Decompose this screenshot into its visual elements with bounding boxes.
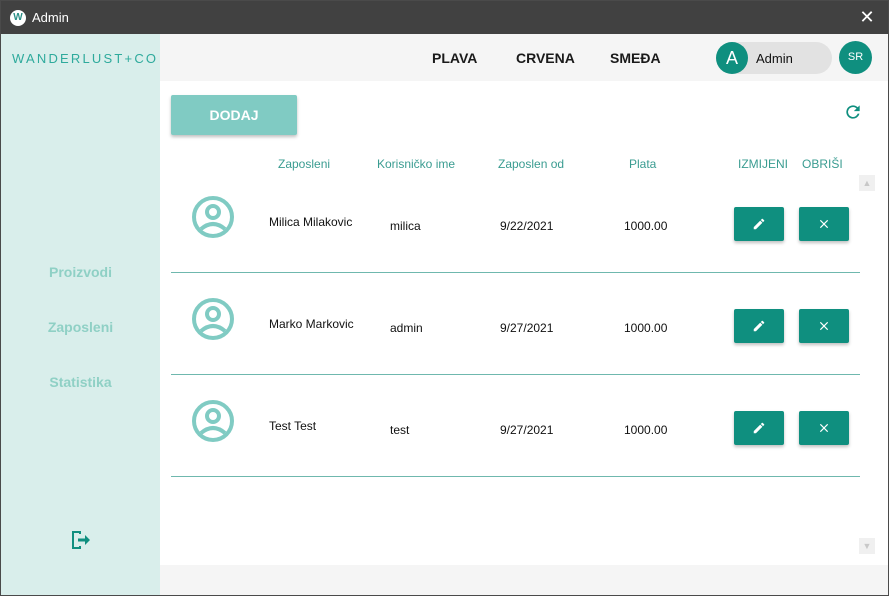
close-icon <box>819 219 829 229</box>
user-menu[interactable]: A Admin <box>716 42 832 74</box>
sidebar-item-statistika[interactable]: Statistika <box>1 374 160 390</box>
title-bar: W Admin ✕ <box>1 1 888 34</box>
column-header-plata: Plata <box>629 157 657 171</box>
employees-panel: DODAJ Zaposleni Korisničko ime Zaposlen … <box>160 81 888 565</box>
top-bar: PLAVA CRVENA SMEĐA A Admin SR <box>160 34 888 81</box>
delete-button[interactable] <box>799 309 849 343</box>
sidebar-item-zaposleni[interactable]: Zaposleni <box>1 319 160 335</box>
employee-username: test <box>390 423 410 437</box>
pencil-icon <box>753 320 765 332</box>
column-header-zaposleni: Zaposleni <box>278 157 331 171</box>
user-name: Admin <box>756 51 793 66</box>
employee-name: Marko Markovic <box>269 317 354 331</box>
app-logo-icon: W <box>10 10 26 26</box>
theme-plava-link[interactable]: PLAVA <box>432 50 477 66</box>
column-header-obrisi: OBRIŠI <box>802 157 843 171</box>
avatar: A <box>716 42 748 74</box>
employee-salary: 1000.00 <box>624 321 668 335</box>
scroll-up-button[interactable]: ▲ <box>859 175 875 191</box>
pencil-icon <box>753 218 765 230</box>
column-header-izmijeni: IZMIJENI <box>738 157 788 171</box>
sidebar: WANDERLUST+CO Proizvodi Zaposleni Statis… <box>1 34 160 595</box>
add-employee-button[interactable]: DODAJ <box>171 95 297 135</box>
employee-name: Milica Milakovic <box>269 215 353 229</box>
column-header-zaposlen-od: Zaposlen od <box>498 157 565 171</box>
edit-button[interactable] <box>734 207 784 241</box>
refresh-icon[interactable] <box>843 102 863 122</box>
employee-name: Test Test <box>269 419 317 433</box>
employee-username: milica <box>390 219 421 233</box>
language-button[interactable]: SR <box>839 41 872 74</box>
delete-button[interactable] <box>799 207 849 241</box>
employee-salary: 1000.00 <box>624 219 668 233</box>
app-window: W Admin ✕ WANDERLUST+CO Proizvodi Zaposl… <box>0 0 889 596</box>
close-icon <box>819 423 829 433</box>
delete-button[interactable] <box>799 411 849 445</box>
table-row: Milica Milakovic milica 9/22/2021 1000.0… <box>171 171 860 273</box>
account-circle-icon <box>192 298 234 340</box>
employee-since: 9/27/2021 <box>500 423 554 437</box>
close-window-button[interactable]: ✕ <box>856 6 878 28</box>
edit-button[interactable] <box>734 411 784 445</box>
brand-logo: WANDERLUST+CO <box>12 51 159 66</box>
sidebar-item-proizvodi[interactable]: Proizvodi <box>1 264 160 280</box>
account-circle-icon <box>192 400 234 442</box>
footer <box>160 565 888 595</box>
account-circle-icon <box>192 196 234 238</box>
column-header-korisnicko-ime: Korisničko ime <box>377 157 456 171</box>
theme-smeda-link[interactable]: SMEĐA <box>610 50 661 66</box>
employee-since: 9/27/2021 <box>500 321 554 335</box>
edit-button[interactable] <box>734 309 784 343</box>
scroll-down-button[interactable]: ▼ <box>859 538 875 554</box>
pencil-icon <box>753 422 765 434</box>
logout-icon[interactable] <box>69 528 91 552</box>
table-row: Marko Markovic admin 9/27/2021 1000.00 <box>171 273 860 375</box>
close-icon <box>819 321 829 331</box>
table-row: Test Test test 9/27/2021 1000.00 <box>171 375 860 477</box>
window-title: Admin <box>32 10 69 25</box>
employee-salary: 1000.00 <box>624 423 668 437</box>
employee-since: 9/22/2021 <box>500 219 554 233</box>
theme-crvena-link[interactable]: CRVENA <box>516 50 575 66</box>
employee-username: admin <box>390 321 423 335</box>
